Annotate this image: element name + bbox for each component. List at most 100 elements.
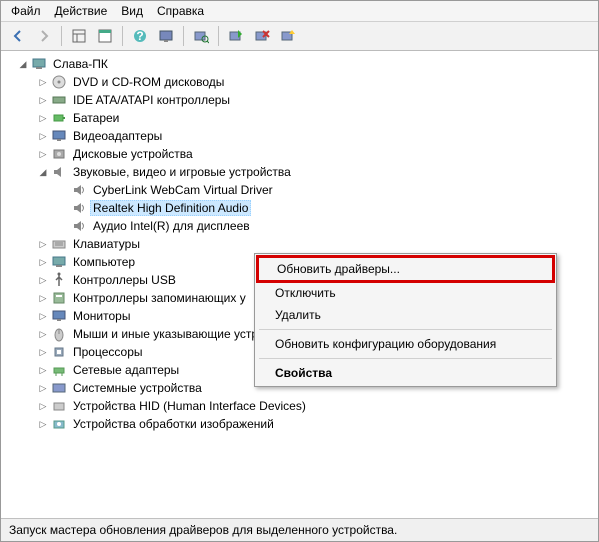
computer-icon bbox=[51, 254, 67, 270]
battery-icon bbox=[51, 110, 67, 126]
tree-item-label: Контроллеры запоминающих у bbox=[70, 290, 249, 306]
disc-icon bbox=[51, 74, 67, 90]
tree-root[interactable]: ◢ Слава-ПК bbox=[1, 55, 598, 73]
tree-item[interactable]: ◢ Звуковые, видео и игровые устройства bbox=[1, 163, 598, 181]
tree-item-label: CyberLink WebCam Virtual Driver bbox=[90, 182, 276, 198]
toolbar-divider bbox=[183, 26, 184, 46]
usb-icon bbox=[51, 272, 67, 288]
tree-item[interactable]: ▷ Клавиатуры bbox=[1, 235, 598, 253]
expand-icon[interactable]: ▷ bbox=[37, 329, 49, 340]
tree-item-label: Видеоадаптеры bbox=[70, 128, 165, 144]
tree-item[interactable]: ▷ Дисковые устройства bbox=[1, 145, 598, 163]
forward-button[interactable] bbox=[33, 25, 55, 47]
storage-icon bbox=[51, 290, 67, 306]
tree-item[interactable]: ▷ Видеоадаптеры bbox=[1, 127, 598, 145]
menu-help[interactable]: Справка bbox=[157, 4, 204, 18]
tree-item-label: Процессоры bbox=[70, 344, 146, 360]
speaker-icon bbox=[71, 200, 87, 216]
cm-properties[interactable]: Свойства bbox=[257, 362, 554, 384]
tree-item-label: Батареи bbox=[70, 110, 122, 126]
cm-separator bbox=[259, 329, 552, 330]
tree-item-label: Клавиатуры bbox=[70, 236, 143, 252]
tree-item[interactable]: CyberLink WebCam Virtual Driver bbox=[1, 181, 598, 199]
toolbar-divider bbox=[122, 26, 123, 46]
expand-icon[interactable]: ▷ bbox=[37, 293, 49, 304]
toolbar: ? bbox=[1, 22, 598, 51]
disk-icon bbox=[51, 146, 67, 162]
speaker-icon bbox=[71, 218, 87, 234]
expand-icon[interactable]: ▷ bbox=[37, 149, 49, 160]
menu-view[interactable]: Вид bbox=[121, 4, 143, 18]
keyboard-icon bbox=[51, 236, 67, 252]
cm-disable[interactable]: Отключить bbox=[257, 282, 554, 304]
computer-icon bbox=[31, 56, 47, 72]
sound-icon bbox=[51, 164, 67, 180]
collapse-icon[interactable]: ◢ bbox=[17, 59, 29, 70]
tree-item[interactable]: Realtek High Definition Audio bbox=[1, 199, 598, 217]
expand-icon[interactable]: ▷ bbox=[37, 365, 49, 376]
tree-item-label: Сетевые адаптеры bbox=[70, 362, 182, 378]
imaging-icon bbox=[51, 416, 67, 432]
collapse-icon[interactable]: ◢ bbox=[37, 167, 49, 178]
cm-update-drivers[interactable]: Обновить драйверы... bbox=[256, 255, 555, 283]
expand-icon[interactable]: ▷ bbox=[37, 113, 49, 124]
expand-icon[interactable]: ▷ bbox=[37, 419, 49, 430]
expand-icon[interactable]: ▷ bbox=[37, 257, 49, 268]
monitor-icon bbox=[51, 308, 67, 324]
uninstall-button[interactable] bbox=[251, 25, 273, 47]
expand-icon[interactable]: ▷ bbox=[37, 239, 49, 250]
tree-item[interactable]: Аудио Intel(R) для дисплеев bbox=[1, 217, 598, 235]
expand-icon[interactable]: ▷ bbox=[37, 311, 49, 322]
toolbar-divider bbox=[61, 26, 62, 46]
hid-icon bbox=[51, 398, 67, 414]
back-button[interactable] bbox=[7, 25, 29, 47]
mouse-icon bbox=[51, 326, 67, 342]
expand-icon[interactable]: ▷ bbox=[37, 77, 49, 88]
svg-text:?: ? bbox=[136, 29, 143, 43]
expand-icon[interactable]: ▷ bbox=[37, 401, 49, 412]
menu-action[interactable]: Действие bbox=[55, 4, 108, 18]
tree-item-label: Мониторы bbox=[70, 308, 133, 324]
speaker-icon bbox=[71, 182, 87, 198]
context-menu: Обновить драйверы... Отключить Удалить О… bbox=[254, 253, 557, 387]
expand-icon[interactable]: ▷ bbox=[37, 347, 49, 358]
tree-item-label: DVD и CD-ROM дисководы bbox=[70, 74, 227, 90]
tree-item[interactable]: ▷ DVD и CD-ROM дисководы bbox=[1, 73, 598, 91]
show-hide-tree-button[interactable] bbox=[68, 25, 90, 47]
tree-item-label: Компьютер bbox=[70, 254, 138, 270]
expand-icon[interactable]: ▷ bbox=[37, 95, 49, 106]
tree-item[interactable]: ▷Устройства обработки изображений bbox=[1, 415, 598, 433]
toolbar-divider bbox=[218, 26, 219, 46]
help-button[interactable]: ? bbox=[129, 25, 151, 47]
expand-icon[interactable]: ▷ bbox=[37, 275, 49, 286]
tree-item[interactable]: ▷ Батареи bbox=[1, 109, 598, 127]
tree-item-label: Realtek High Definition Audio bbox=[90, 200, 251, 216]
disable-button[interactable] bbox=[277, 25, 299, 47]
tree-root-label: Слава-ПК bbox=[50, 56, 111, 72]
view-button[interactable] bbox=[155, 25, 177, 47]
network-icon bbox=[51, 362, 67, 378]
tree-item-label: Системные устройства bbox=[70, 380, 205, 396]
device-tree[interactable]: ◢ Слава-ПК ▷ DVD и CD-ROM дисководы ▷ IDE A… bbox=[1, 51, 598, 518]
tree-item[interactable]: ▷ Устройства HID (Human Interface Devices… bbox=[1, 397, 598, 415]
display-icon bbox=[51, 128, 67, 144]
tree-item[interactable]: ▷ IDE ATA/ATAPI контроллеры bbox=[1, 91, 598, 109]
tree-item-label: Аудио Intel(R) для дисплеев bbox=[90, 218, 253, 234]
update-driver-button[interactable] bbox=[225, 25, 247, 47]
menu-bar: Файл Действие Вид Справка bbox=[1, 1, 598, 22]
cm-delete[interactable]: Удалить bbox=[257, 304, 554, 326]
expand-icon[interactable]: ▷ bbox=[37, 131, 49, 142]
tree-item-label: Устройства HID (Human Interface Devices) bbox=[70, 398, 309, 414]
status-text: Запуск мастера обновления драйверов для … bbox=[9, 523, 397, 537]
scan-button[interactable] bbox=[190, 25, 212, 47]
menu-file[interactable]: Файл bbox=[11, 4, 41, 18]
tree-item-label: IDE ATA/ATAPI контроллеры bbox=[70, 92, 233, 108]
properties-button[interactable] bbox=[94, 25, 116, 47]
cm-refresh-config[interactable]: Обновить конфигурацию оборудования bbox=[257, 333, 554, 355]
system-icon bbox=[51, 380, 67, 396]
cm-separator bbox=[259, 358, 552, 359]
tree-item-label: Звуковые, видео и игровые устройства bbox=[70, 164, 294, 180]
tree-item-label: Дисковые устройства bbox=[70, 146, 196, 162]
status-bar: Запуск мастера обновления драйверов для … bbox=[1, 518, 598, 541]
expand-icon[interactable]: ▷ bbox=[37, 383, 49, 394]
